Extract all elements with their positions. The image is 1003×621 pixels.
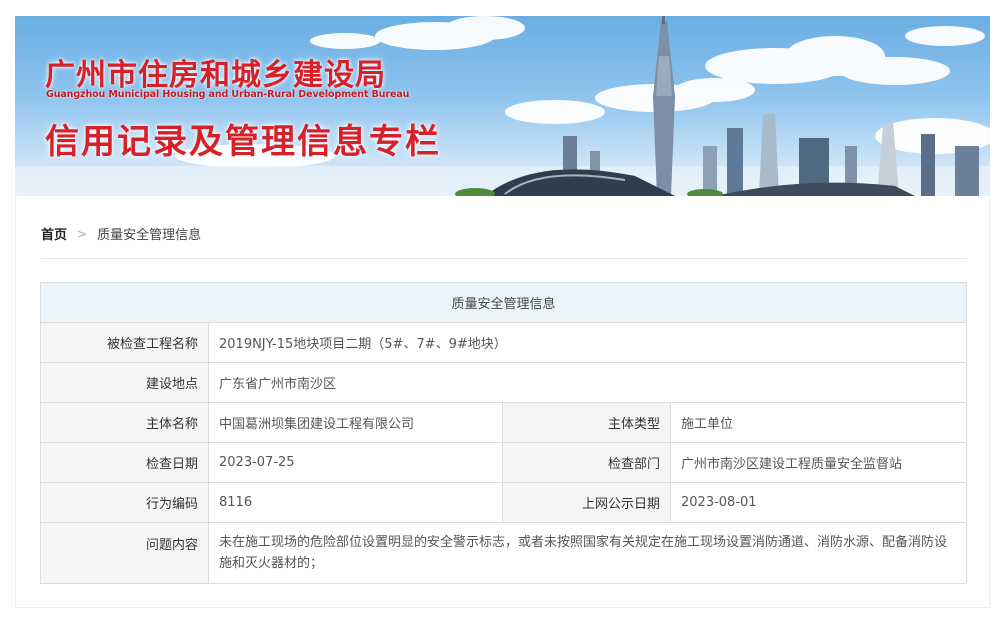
entity-type-value: 施工单位 [670,402,967,443]
inspection-dept-value: 广州市南沙区建设工程质量安全监督站 [670,442,967,483]
breadcrumb: 首页 > 质量安全管理信息 [41,224,202,244]
issue-label: 问题内容 [40,522,209,584]
city-skyline-illustration [15,16,990,196]
chevron-right-icon: > [77,226,88,241]
behavior-code-label: 行为编码 [40,482,209,523]
table-row: 建设地点 广东省广州市南沙区 [40,362,967,403]
table-row: 被检查工程名称 2019NJY-15地块项目二期（5#、7#、9#地块） [40,322,967,363]
table-row: 检查日期 2023-07-25 检查部门 广州市南沙区建设工程质量安全监督站 [40,442,967,483]
bureau-title: 广州市住房和城乡建设局 [45,58,386,93]
header-banner: 广州市住房和城乡建设局 Guangzhou Municipal Housing … [15,16,990,196]
table-title: 质量安全管理信息 [40,282,967,323]
canton-tower [653,16,675,196]
column-subtitle: 信用记录及管理信息专栏 [45,122,441,162]
location-value: 广东省广州市南沙区 [208,362,967,403]
entity-name-label: 主体名称 [40,402,209,443]
project-name-label: 被检查工程名称 [40,322,209,363]
entity-type-label: 主体类型 [502,402,671,443]
bureau-title-english: Guangzhou Municipal Housing and Urban-Ru… [46,89,410,100]
inspection-date-label: 检查日期 [40,442,209,483]
inspection-dept-label: 检查部门 [502,442,671,483]
issue-value: 未在施工现场的危险部位设置明显的安全警示标志，或者未按照国家有关规定在施工现场设… [208,522,967,584]
table-row: 问题内容 未在施工现场的危险部位设置明显的安全警示标志，或者未按照国家有关规定在… [40,522,967,584]
breadcrumb-home-link[interactable]: 首页 [41,224,67,243]
inspection-date-value: 2023-07-25 [208,442,503,483]
entity-name-value: 中国葛洲坝集团建设工程有限公司 [208,402,503,443]
divider [41,258,967,259]
breadcrumb-current: 质量安全管理信息 [97,228,202,243]
publish-date-value: 2023-08-01 [670,482,967,523]
inspection-info-table: 质量安全管理信息 被检查工程名称 2019NJY-15地块项目二期（5#、7#、… [40,282,967,584]
project-name-value: 2019NJY-15地块项目二期（5#、7#、9#地块） [208,322,967,363]
main-content: 首页 > 质量安全管理信息 质量安全管理信息 被检查工程名称 2019NJY-1… [15,196,990,608]
table-header-row: 质量安全管理信息 [40,282,967,323]
table-row: 行为编码 8116 上网公示日期 2023-08-01 [40,482,967,523]
page: 广州市住房和城乡建设局 Guangzhou Municipal Housing … [0,0,1003,621]
table-row: 主体名称 中国葛洲坝集团建设工程有限公司 主体类型 施工单位 [40,402,967,443]
behavior-code-value: 8116 [208,482,503,523]
location-label: 建设地点 [40,362,209,403]
publish-date-label: 上网公示日期 [502,482,671,523]
